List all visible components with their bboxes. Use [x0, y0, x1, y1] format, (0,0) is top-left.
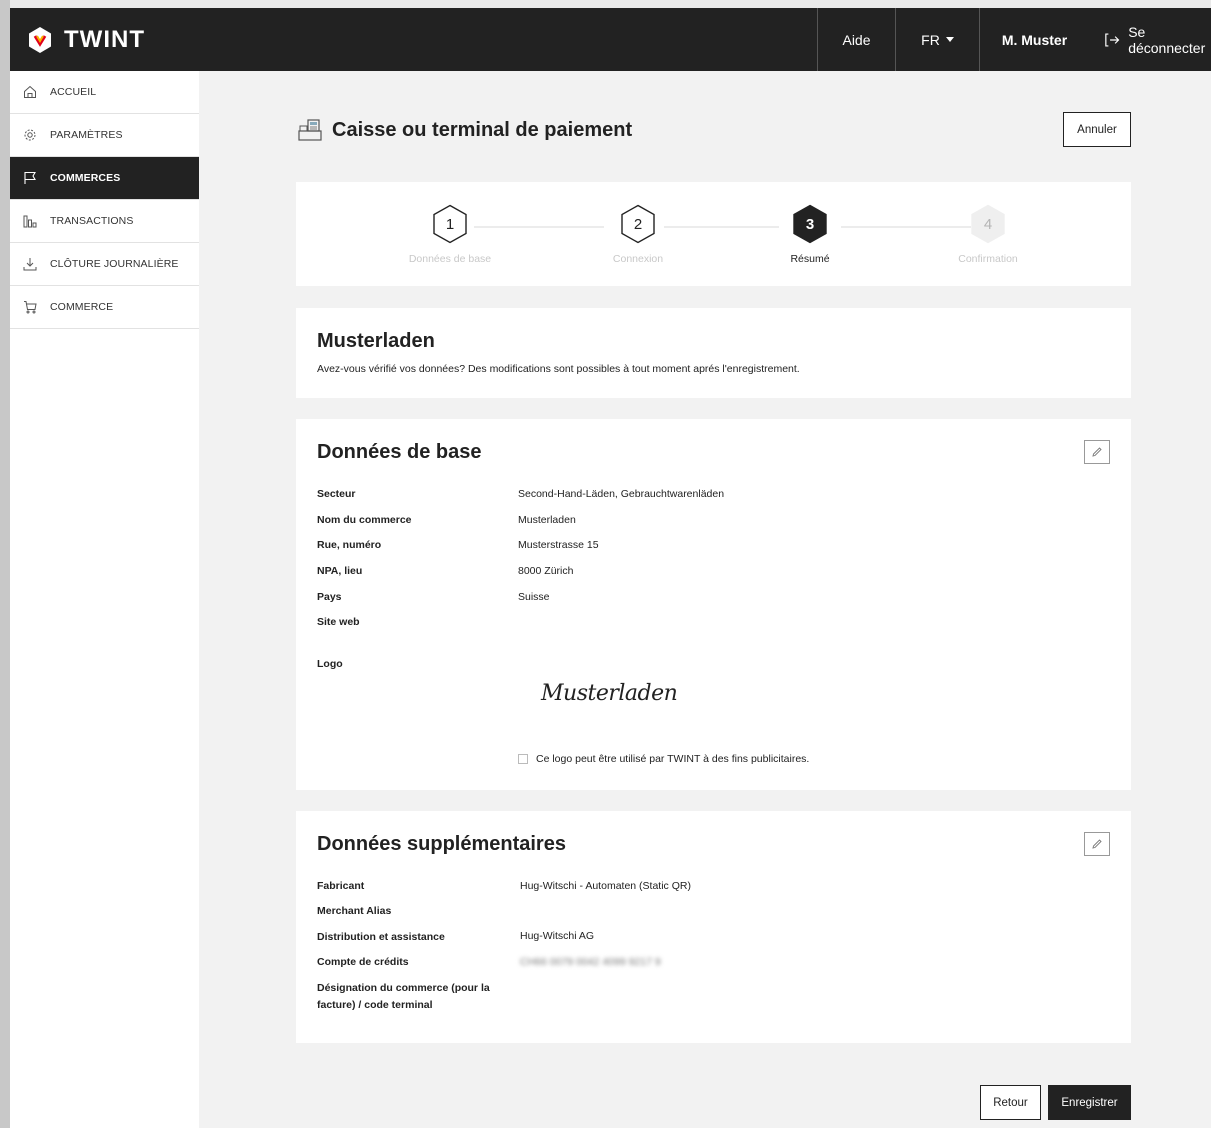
sidebar: ACCUEIL PARAMÈTRES COMMERCES TRANSACTION…	[10, 71, 199, 1128]
field-label-compte: Compte de crédits	[317, 956, 409, 968]
field-label-rue: Rue, numéro	[317, 539, 382, 551]
checkbox[interactable]	[518, 754, 528, 764]
consent-label: Ce logo peut être utilisé par TWINT à de…	[536, 753, 810, 765]
language-selector[interactable]: FR	[895, 8, 979, 71]
field-value-npa: 8000 Zürich	[518, 565, 574, 577]
step-hexagon: 1	[433, 204, 467, 244]
field-value-rue: Musterstrasse 15	[518, 539, 599, 551]
sidebar-item-label: COMMERCE	[50, 301, 114, 313]
twint-logo-icon	[29, 26, 51, 53]
logout-label: Se déconnecter	[1128, 23, 1206, 56]
step-2[interactable]: 2 Connexion	[578, 204, 698, 265]
back-button[interactable]: Retour	[980, 1085, 1041, 1120]
sidebar-item-accueil[interactable]: ACCUEIL	[10, 71, 199, 114]
sidebar-item-commerce[interactable]: COMMERCE	[10, 286, 199, 329]
base-data-card: Données de base Secteur Second-Hand-Läde…	[296, 419, 1131, 790]
field-label-merchant-alias: Merchant Alias	[317, 905, 392, 917]
section-title: Données de base	[317, 441, 482, 463]
step-number: 2	[634, 216, 642, 233]
field-value-nom: Musterladen	[518, 514, 576, 526]
step-hexagon: 4	[971, 204, 1005, 244]
edit-extra-data-button[interactable]	[1084, 832, 1110, 856]
twint-logo[interactable]: TWINT	[10, 8, 310, 71]
pencil-icon	[1092, 447, 1102, 457]
sidebar-item-label: TRANSACTIONS	[50, 215, 134, 227]
field-value-compte: CH66 0079 0042 4099 9217 9	[520, 956, 661, 968]
extra-data-card: Données supplémentaires Fabricant Hug-Wi…	[296, 811, 1131, 1043]
download-icon	[22, 256, 38, 272]
bar-chart-icon	[22, 213, 38, 229]
field-value-fabricant: Hug-Witschi - Automaten (Static QR)	[520, 880, 691, 892]
step-3: 3 Résumé	[750, 204, 870, 265]
step-4: 4 Confirmation	[928, 204, 1048, 265]
page-title: Caisse ou terminal de paiement	[332, 118, 633, 141]
store-logo-image: Musterladen	[541, 681, 678, 706]
logout-icon	[1105, 32, 1120, 47]
logout-button[interactable]: Se déconnecter	[1089, 8, 1211, 71]
window-edge	[0, 0, 1211, 8]
sidebar-item-label: ACCUEIL	[50, 86, 97, 98]
field-label-distribution: Distribution et assistance	[317, 931, 445, 943]
field-value-distribution: Hug-Witschi AG	[520, 930, 595, 942]
cash-register-icon	[298, 119, 322, 141]
sidebar-item-transactions[interactable]: TRANSACTIONS	[10, 200, 199, 243]
step-1[interactable]: 1 Données de base	[390, 204, 510, 265]
step-number: 3	[806, 216, 814, 233]
sidebar-item-label: CLÔTURE JOURNALIÈRE	[50, 258, 179, 270]
gear-icon	[22, 127, 38, 143]
window-edge-left	[0, 0, 10, 1128]
step-hexagon: 2	[621, 204, 655, 244]
step-label: Données de base	[408, 253, 492, 265]
step-label: Confirmation	[958, 253, 1018, 265]
step-number: 1	[446, 216, 454, 233]
progress-stepper: 1 Données de base 2 Connexion 3 Résumé 4…	[296, 182, 1131, 286]
sidebar-item-parametres[interactable]: PARAMÈTRES	[10, 114, 199, 157]
flag-icon	[22, 170, 38, 186]
language-label: FR	[921, 31, 940, 48]
edit-base-data-button[interactable]	[1084, 440, 1110, 464]
save-button[interactable]: Enregistrer	[1048, 1085, 1131, 1120]
pencil-icon	[1092, 839, 1102, 849]
field-label-site-web: Site web	[317, 616, 360, 628]
logo-consent-checkbox[interactable]: Ce logo peut être utilisé par TWINT à de…	[518, 753, 809, 765]
sidebar-item-cloture[interactable]: CLÔTURE JOURNALIÈRE	[10, 243, 199, 286]
home-icon	[22, 84, 38, 100]
cancel-button[interactable]: Annuler	[1063, 112, 1131, 147]
field-label-pays: Pays	[317, 591, 342, 603]
field-label-fabricant: Fabricant	[317, 880, 365, 892]
step-label: Résumé	[790, 253, 830, 265]
store-name-heading: Musterladen	[317, 330, 435, 352]
user-name[interactable]: M. Muster	[979, 8, 1089, 71]
step-label: Connexion	[612, 253, 664, 265]
page-header: Caisse ou terminal de paiement	[296, 112, 1131, 148]
top-bar: TWINT Aide FR M. Muster Se déconnecter	[10, 8, 1211, 71]
sidebar-item-label: COMMERCES	[50, 172, 121, 184]
cart-icon	[22, 299, 38, 315]
caret-down-icon	[945, 37, 954, 42]
step-hexagon: 3	[793, 204, 827, 244]
field-label-nom: Nom du commerce	[317, 514, 412, 526]
field-value-secteur: Second-Hand-Läden, Gebrauchtwarenläden	[518, 488, 725, 500]
verification-note: Avez-vous vérifié vos données? Des modif…	[317, 363, 800, 375]
section-title: Données supplémentaires	[317, 833, 566, 855]
sidebar-item-commerces[interactable]: COMMERCES	[10, 157, 199, 200]
field-label-designation: Désignation du commerce (pour la facture…	[317, 982, 490, 1011]
brand-name: TWINT	[64, 25, 145, 53]
summary-intro: Musterladen Avez-vous vérifié vos donnée…	[296, 308, 1131, 398]
field-label-logo: Logo	[317, 658, 343, 670]
field-value-pays: Suisse	[518, 591, 550, 603]
help-link[interactable]: Aide	[817, 8, 895, 71]
field-label-secteur: Secteur	[317, 488, 356, 500]
step-number: 4	[984, 216, 992, 233]
sidebar-item-label: PARAMÈTRES	[50, 129, 123, 141]
field-label-npa: NPA, lieu	[317, 565, 363, 577]
